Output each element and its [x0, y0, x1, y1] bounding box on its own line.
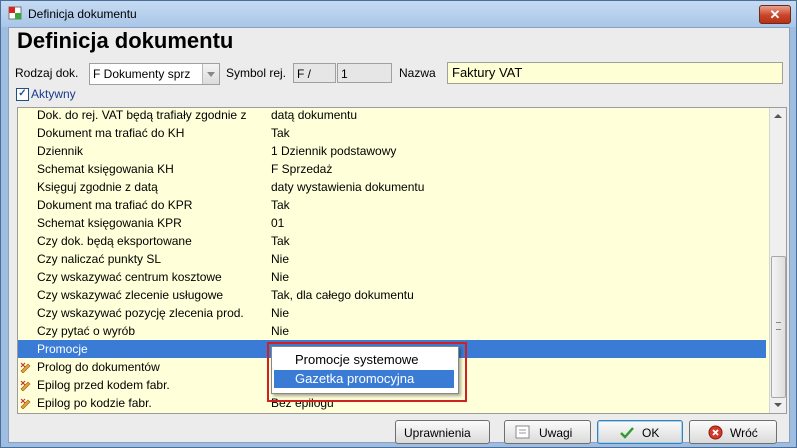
- dialog-window: Definicja dokumentu ✕ Definicja dokument…: [0, 0, 797, 448]
- grid-row-label: Czy naliczać punkty SL: [37, 252, 162, 266]
- grid-row-label: Czy dok. będą eksportowane: [37, 234, 192, 248]
- grid-row-label: Czy wskazywać zlecenie usługowe: [37, 288, 224, 302]
- ok-button[interactable]: OK: [597, 420, 683, 444]
- aktywny-checkbox[interactable]: ✓: [16, 88, 29, 101]
- grid-row-label: Dokument ma trafiać do KPR: [37, 198, 193, 212]
- title-bar[interactable]: Definicja dokumentu ✕: [1, 1, 796, 27]
- wroc-button[interactable]: Wróć: [689, 420, 777, 444]
- grid-row[interactable]: Księguj zgodnie z datą daty wystawienia d…: [18, 178, 766, 196]
- grid-row-value[interactable]: Tak, dla całego dokumentu: [271, 288, 414, 302]
- cancel-icon: [708, 425, 723, 440]
- grid-row-value[interactable]: Tak: [271, 126, 290, 140]
- grid-row-label: Schemat księgowania KPR: [37, 216, 182, 230]
- grid-row[interactable]: Czy naliczać punkty SL Nie: [18, 250, 766, 268]
- grid-row-label: Epilog po kodzie fabr.: [37, 396, 152, 410]
- uwagi-button-label: Uwagi: [539, 426, 573, 440]
- grid-row-value[interactable]: Tak: [271, 198, 290, 212]
- nazwa-field[interactable]: Faktury VAT: [447, 62, 783, 84]
- grid-row-label: Prolog do dokumentów: [37, 360, 160, 374]
- dialog-content: Definicja dokumentu Rodzaj dok. F Dokume…: [8, 27, 790, 444]
- promocje-popup-highlight: Promocje systemowe Gazetka promocyjna: [267, 342, 467, 402]
- close-button[interactable]: ✕: [759, 5, 791, 24]
- grid-row-label: Dziennik: [37, 144, 84, 158]
- grid-row-label: Księguj zgodnie z datą: [37, 180, 158, 194]
- grid-row-value[interactable]: Tak: [271, 234, 290, 248]
- grid-row-value[interactable]: datą dokumentu: [271, 108, 357, 122]
- nazwa-label: Nazwa: [399, 66, 436, 80]
- grid-row-value[interactable]: daty wystawienia dokumentu: [271, 180, 424, 194]
- grid-row-label: Czy pytać o wyrób: [37, 324, 136, 338]
- grid-row[interactable]: Schemat księgowania KH F Sprzedaż: [18, 160, 766, 178]
- scroll-thumb[interactable]: [771, 256, 786, 398]
- grid-row-label: Promocje: [37, 342, 88, 356]
- grid-row-label: Dokument ma trafiać do KH: [37, 126, 185, 140]
- vertical-scrollbar[interactable]: [769, 108, 786, 413]
- grid-row-label: Dok. do rej. VAT będą trafiały zgodnie z: [37, 108, 247, 122]
- grid-row[interactable]: Czy wskazywać centrum kosztowe Nie: [18, 268, 766, 286]
- uprawnienia-button[interactable]: Uprawnienia: [395, 420, 490, 444]
- check-icon: [620, 427, 634, 439]
- grid-row-value[interactable]: 01: [271, 216, 284, 230]
- grid-row[interactable]: Czy dok. będą eksportowane Tak: [18, 232, 766, 250]
- scroll-down-icon[interactable]: [774, 403, 782, 407]
- script-edit-icon: [20, 398, 31, 409]
- rodzaj-select[interactable]: F Dokumenty sprz: [89, 63, 220, 85]
- grid-row[interactable]: Dokument ma trafiać do KPR Tak: [18, 196, 766, 214]
- page-title: Definicja dokumentu: [17, 28, 234, 53]
- grid-row[interactable]: Czy pytać o wyrób Nie: [18, 322, 766, 340]
- grid-row-label: Czy wskazywać pozycję zlecenia prod.: [37, 306, 244, 320]
- grid-row-value[interactable]: Nie: [271, 252, 289, 266]
- symbol-label: Symbol rej.: [226, 66, 287, 80]
- grid-row[interactable]: Czy wskazywać pozycję zlecenia prod. Nie: [18, 304, 766, 322]
- number-field[interactable]: 1: [337, 63, 392, 83]
- rodzaj-select-value: F Dokumenty sprz: [93, 67, 191, 81]
- note-icon: [515, 425, 530, 439]
- grip-icon: [776, 322, 781, 330]
- script-edit-icon: [20, 380, 31, 391]
- grid-row-label: Czy wskazywać centrum kosztowe: [37, 270, 222, 284]
- menu-item-gazetka-promocyjna[interactable]: Gazetka promocyjna: [274, 370, 454, 388]
- grid-row[interactable]: Dok. do rej. VAT będą trafiały zgodnie z…: [18, 108, 766, 124]
- aktywny-label: Aktywny: [31, 87, 76, 101]
- window-title: Definicja dokumentu: [28, 7, 137, 21]
- grid-row-value[interactable]: Nie: [271, 324, 289, 338]
- grid-row-label: Schemat księgowania KH: [37, 162, 174, 176]
- grid-row-value[interactable]: Nie: [271, 270, 289, 284]
- grid-row-value[interactable]: F Sprzedaż: [271, 162, 332, 176]
- grid-row[interactable]: Dokument ma trafiać do KH Tak: [18, 124, 766, 142]
- ok-button-label: OK: [642, 426, 660, 440]
- chevron-down-icon[interactable]: [202, 64, 219, 84]
- menu-item-promocje-systemowe[interactable]: Promocje systemowe: [274, 351, 454, 369]
- grid-row-value[interactable]: Nie: [271, 306, 289, 320]
- symbol-field[interactable]: F /: [293, 63, 336, 83]
- app-icon: [8, 6, 22, 20]
- grid-row-value[interactable]: 1 Dziennik podstawowy: [271, 144, 396, 158]
- promocje-popup-menu: Promocje systemowe Gazetka promocyjna: [271, 346, 459, 394]
- grid-row-label: Epilog przed kodem fabr.: [37, 378, 170, 392]
- script-edit-icon: [20, 362, 31, 373]
- grid-row[interactable]: Dziennik 1 Dziennik podstawowy: [18, 142, 766, 160]
- rodzaj-label: Rodzaj dok.: [15, 66, 79, 80]
- uprawnienia-button-label: Uprawnienia: [404, 426, 471, 440]
- wroc-button-label: Wróć: [730, 426, 758, 440]
- grid-row[interactable]: Czy wskazywać zlecenie usługowe Tak, dla …: [18, 286, 766, 304]
- uwagi-button[interactable]: Uwagi: [504, 420, 591, 444]
- grid-row[interactable]: Schemat księgowania KPR 01: [18, 214, 766, 232]
- scroll-up-icon[interactable]: [774, 114, 782, 118]
